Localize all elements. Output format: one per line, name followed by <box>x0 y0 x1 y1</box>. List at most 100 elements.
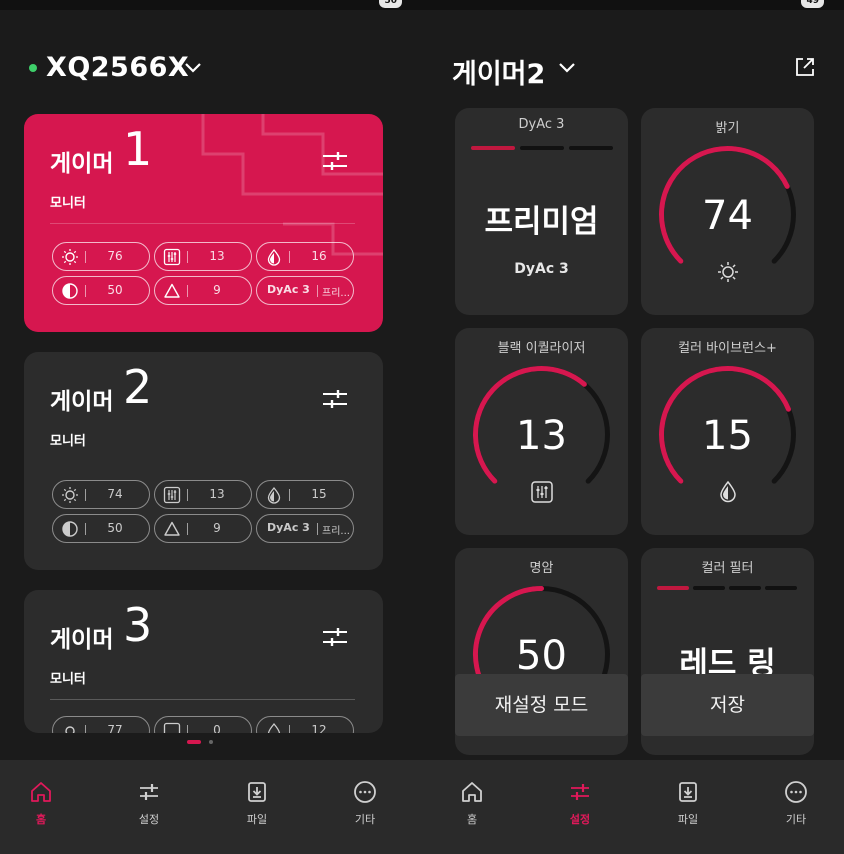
preset-subtitle: 모니터 <box>50 672 86 687</box>
vibrance-value: 15 <box>311 487 327 501</box>
preset-title: 게이머2 <box>452 59 546 90</box>
file-download-icon <box>679 782 697 802</box>
contrast-value: 50 <box>516 633 567 679</box>
dyac-value: 프리... <box>322 288 350 299</box>
droplet-icon <box>267 722 281 733</box>
vibrance-chip: 16 <box>256 242 354 271</box>
brightness-tile[interactable]: 밝기 74 <box>641 108 814 315</box>
dyac-chip: DyAc 3 프리... <box>256 276 354 305</box>
equalizer-icon <box>163 722 181 733</box>
dyac-label: DyAc 3 <box>267 283 310 296</box>
device-header[interactable]: XQ2566X <box>0 50 422 90</box>
brightness-chip: 74 <box>52 480 150 509</box>
tile-label: DyAc 3 <box>518 117 565 132</box>
chip-separator <box>317 285 318 297</box>
triangle-icon <box>164 521 180 536</box>
nav-home[interactable]: 홈 <box>6 780 76 827</box>
preset-number: 2 <box>123 360 153 414</box>
level-segment <box>520 146 564 150</box>
brightness-value: 74 <box>107 487 123 501</box>
nav-home[interactable]: 홈 <box>437 780 507 827</box>
nav-file[interactable]: 파일 <box>653 780 723 827</box>
contrast-chip: 50 <box>52 514 150 543</box>
vibrance-chip: 15 <box>256 480 354 509</box>
contrast-icon <box>62 283 78 299</box>
divider <box>50 699 355 700</box>
contrast-value: 50 <box>107 521 123 535</box>
sun-icon <box>65 726 75 733</box>
brightness-value: 76 <box>107 249 123 263</box>
status-bar: 50 <box>0 0 422 10</box>
bottom-nav: 홈 설정 파일 기타 <box>0 760 422 854</box>
chip-separator <box>317 523 318 535</box>
sun-icon <box>62 487 78 503</box>
chevron-down-icon[interactable] <box>558 58 576 76</box>
chip-separator <box>85 725 86 733</box>
preset-card-gamer-2[interactable]: 게이머 2 모니터 74 13 15 50 9 DyAc 3 프리... <box>24 352 383 570</box>
black-equalizer-tile[interactable]: 블랙 이퀄라이저 13 <box>455 328 628 535</box>
preset-title: 게이머 <box>50 151 114 177</box>
chip-separator <box>85 285 86 297</box>
black-equalizer-value: 13 <box>516 413 567 459</box>
color-vibrance-tile[interactable]: 컬러 바이브런스+ 15 <box>641 328 814 535</box>
dyac-sub: DyAc 3 <box>514 261 569 277</box>
chip-separator <box>187 285 188 297</box>
more-icon <box>785 781 807 803</box>
connection-status-dot <box>29 64 37 72</box>
share-external-icon[interactable] <box>794 56 816 78</box>
nav-settings-label: 설정 <box>569 813 591 826</box>
nav-file-label: 파일 <box>677 813 699 826</box>
droplet-icon <box>267 486 281 504</box>
nav-file[interactable]: 파일 <box>222 780 292 827</box>
chip-separator <box>85 523 86 535</box>
dyac-value: 프리... <box>322 526 350 537</box>
nav-home-label: 홈 <box>466 813 478 826</box>
preset-number: 1 <box>123 122 153 176</box>
reset-mode-button[interactable]: 재설정 모드 <box>455 674 628 736</box>
status-bar: 49 <box>422 0 844 10</box>
nav-more-label: 기타 <box>785 813 807 826</box>
preset-card-gamer-1[interactable]: 게이머 1 모니터 76 13 16 50 9 DyAc 3 프리... <box>24 114 383 332</box>
color-vibrance-value: 15 <box>702 413 753 459</box>
brightness-value: 74 <box>702 193 753 239</box>
device-name: XQ2566X <box>46 52 190 83</box>
adjust-sliders-icon[interactable] <box>323 150 347 172</box>
brightness-chip: 76 <box>52 242 150 271</box>
black-eq-chip: 0 <box>154 716 252 733</box>
nav-more[interactable]: 기타 <box>761 780 831 827</box>
black-eq-value: 13 <box>209 249 225 263</box>
shadow-chip: 9 <box>154 514 252 543</box>
save-button[interactable]: 저장 <box>641 674 814 736</box>
preset-header[interactable]: 게이머2 <box>422 50 844 90</box>
tile-label: 컬러 필터 <box>701 561 754 576</box>
sliders-icon <box>140 784 158 800</box>
battery-badge: 50 <box>379 0 402 8</box>
nav-more-label: 기타 <box>354 813 376 826</box>
adjust-sliders-icon[interactable] <box>323 626 347 648</box>
chip-separator <box>187 523 188 535</box>
level-segment <box>569 146 613 150</box>
home-icon <box>462 782 482 802</box>
nav-home-label: 홈 <box>35 813 47 826</box>
preset-card-gamer-3[interactable]: 게이머 3 모니터 77 0 12 <box>24 590 383 733</box>
chip-separator <box>289 725 290 733</box>
sun-icon <box>718 262 738 282</box>
right-screen: 49 게이머2 DyAc 3 프리미엄 DyAc 3 밝기 74 블랙 이퀄라이… <box>422 0 844 854</box>
chip-separator <box>187 489 188 501</box>
nav-settings[interactable]: 설정 <box>545 780 615 827</box>
shadow-value: 9 <box>213 283 221 297</box>
equalizer-icon <box>163 486 181 504</box>
chip-separator <box>289 251 290 263</box>
chevron-down-icon[interactable] <box>184 58 202 76</box>
chip-separator <box>85 251 86 263</box>
page-dot <box>209 740 213 744</box>
shadow-chip: 9 <box>154 276 252 305</box>
adjust-sliders-icon[interactable] <box>323 388 347 410</box>
nav-more[interactable]: 기타 <box>330 780 400 827</box>
more-icon <box>354 781 376 803</box>
black-eq-value: 0 <box>213 723 221 733</box>
nav-settings[interactable]: 설정 <box>114 780 184 827</box>
dyac-tile[interactable]: DyAc 3 프리미엄 DyAc 3 <box>455 108 628 315</box>
battery-badge: 49 <box>801 0 824 8</box>
dyac-mode-value: 프리미엄 <box>484 204 599 240</box>
